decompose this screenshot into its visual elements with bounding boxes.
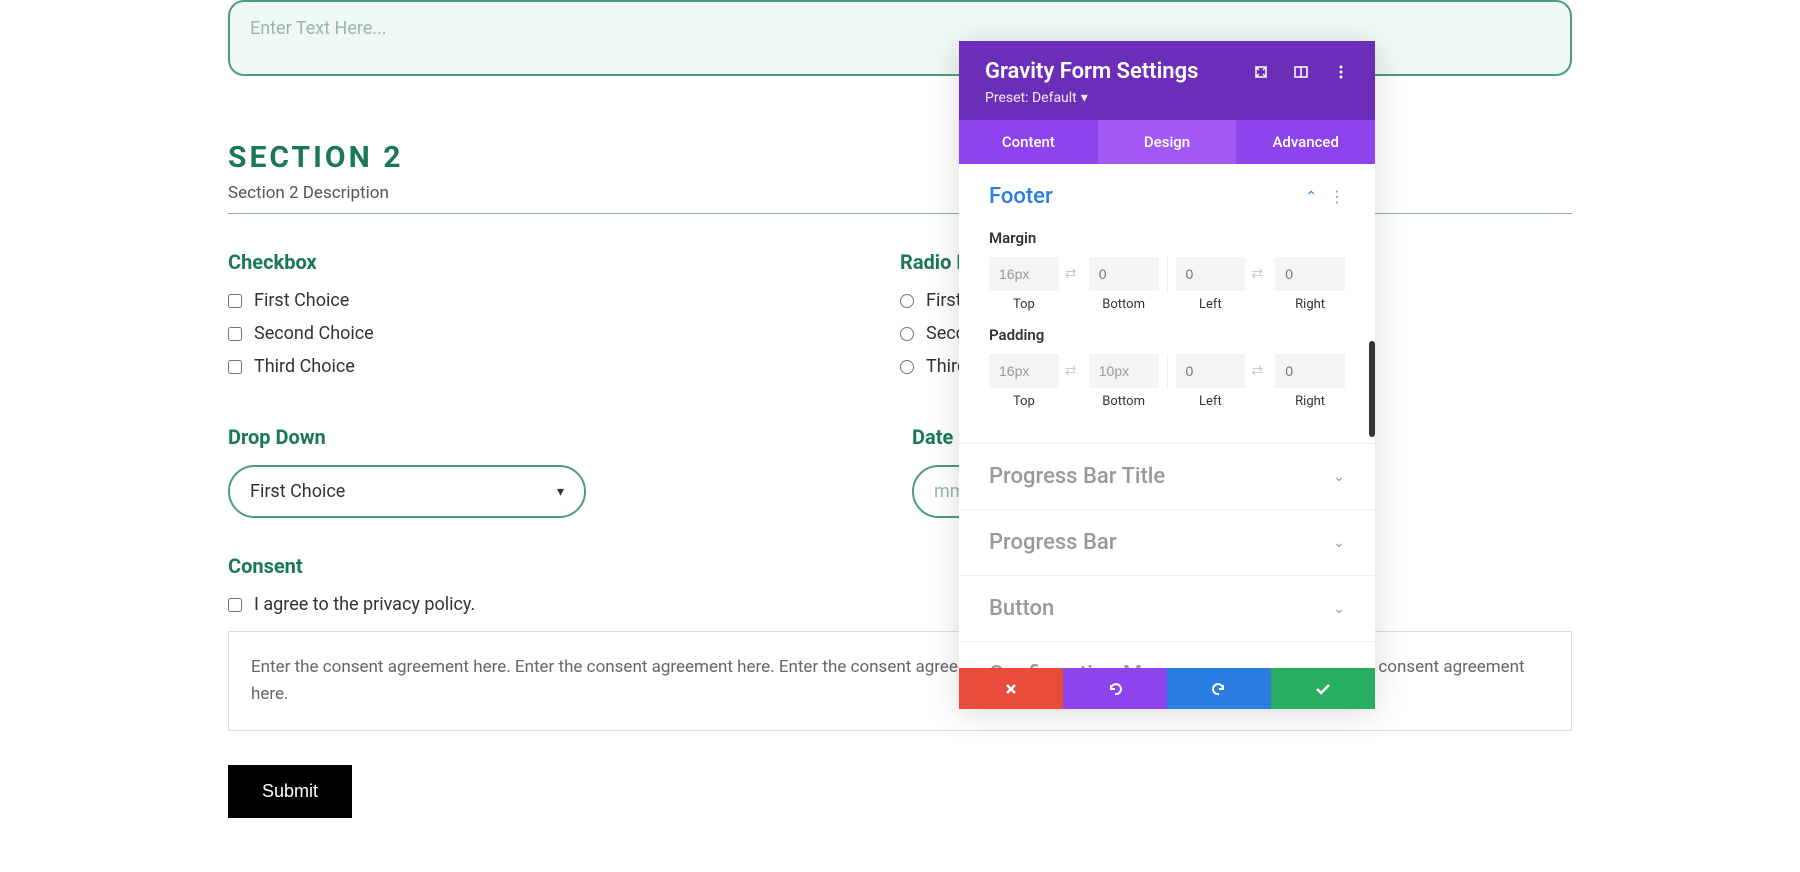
tab-design[interactable]: Design <box>1098 120 1237 164</box>
more-icon[interactable]: ⋮ <box>1329 187 1345 206</box>
chevron-down-icon: ⌄ <box>1333 469 1345 485</box>
checkbox-input[interactable] <box>228 294 242 308</box>
settings-tabs: Content Design Advanced <box>959 120 1375 164</box>
cancel-button[interactable] <box>959 668 1063 709</box>
tab-advanced[interactable]: Advanced <box>1236 120 1375 164</box>
padding-top-input[interactable] <box>989 354 1059 388</box>
margin-bottom-input[interactable] <box>1089 257 1159 291</box>
margin-top-input[interactable] <box>989 257 1059 291</box>
accordion-progress-bar-title[interactable]: Progress Bar Title⌄ <box>959 444 1375 509</box>
checkbox-input[interactable] <box>228 327 242 341</box>
link-icon[interactable]: ⇄ <box>1251 257 1269 282</box>
panel-title: Gravity Form Settings <box>985 59 1198 84</box>
scrollbar-thumb[interactable] <box>1369 341 1375 437</box>
checkbox-option[interactable]: First Choice <box>228 290 900 311</box>
more-icon[interactable] <box>1333 64 1349 80</box>
padding-left-input[interactable] <box>1176 354 1246 388</box>
checkbox-option[interactable]: Third Choice <box>228 356 900 377</box>
padding-label: Padding <box>989 326 1345 344</box>
accordion-footer[interactable]: Footer ⌃ ⋮ <box>959 164 1375 229</box>
columns-icon[interactable] <box>1293 64 1309 80</box>
margin-label: Margin <box>989 229 1345 247</box>
checkbox-option[interactable]: Second Choice <box>228 323 900 344</box>
redo-button[interactable] <box>1167 668 1271 709</box>
radio-input[interactable] <box>900 327 914 341</box>
expand-icon[interactable] <box>1253 64 1269 80</box>
undo-button[interactable] <box>1063 668 1167 709</box>
accordion-confirmation[interactable]: Confirmation Message⌄ <box>959 642 1375 668</box>
margin-right-input[interactable] <box>1275 257 1345 291</box>
textarea-placeholder: Enter Text Here... <box>250 18 387 39</box>
preset-selector[interactable]: Preset: Default ▾ <box>985 90 1349 106</box>
chevron-down-icon: ⌄ <box>1333 535 1345 551</box>
checkbox-input[interactable] <box>228 360 242 374</box>
radio-input[interactable] <box>900 294 914 308</box>
panel-header: Gravity Form Settings Preset: Default ▾ <box>959 41 1375 120</box>
tab-content[interactable]: Content <box>959 120 1098 164</box>
dropdown-label: Drop Down <box>228 425 888 449</box>
chevron-down-icon: ▾ <box>1081 90 1088 106</box>
accordion-button[interactable]: Button⌄ <box>959 576 1375 641</box>
link-icon[interactable]: ⇄ <box>1251 354 1269 379</box>
margin-left-input[interactable] <box>1176 257 1246 291</box>
accordion-progress-bar[interactable]: Progress Bar⌄ <box>959 510 1375 575</box>
padding-bottom-input[interactable] <box>1089 354 1159 388</box>
panel-body: Footer ⌃ ⋮ Margin Top ⇄ Bottom Left ⇄ Ri… <box>959 164 1375 668</box>
consent-checkbox[interactable] <box>228 598 242 612</box>
submit-button[interactable]: Submit <box>228 765 352 818</box>
dropdown-select[interactable]: First Choice ▾ <box>228 465 586 518</box>
checkbox-label: Checkbox <box>228 250 900 274</box>
settings-panel: Gravity Form Settings Preset: Default ▾ … <box>959 41 1375 709</box>
link-icon[interactable]: ⇄ <box>1065 257 1083 282</box>
link-icon[interactable]: ⇄ <box>1065 354 1083 379</box>
radio-input[interactable] <box>900 360 914 374</box>
panel-footer <box>959 668 1375 709</box>
chevron-down-icon: ▾ <box>557 484 564 500</box>
save-button[interactable] <box>1271 668 1375 709</box>
chevron-down-icon: ⌄ <box>1333 601 1345 617</box>
chevron-up-icon: ⌃ <box>1305 189 1317 205</box>
padding-right-input[interactable] <box>1275 354 1345 388</box>
